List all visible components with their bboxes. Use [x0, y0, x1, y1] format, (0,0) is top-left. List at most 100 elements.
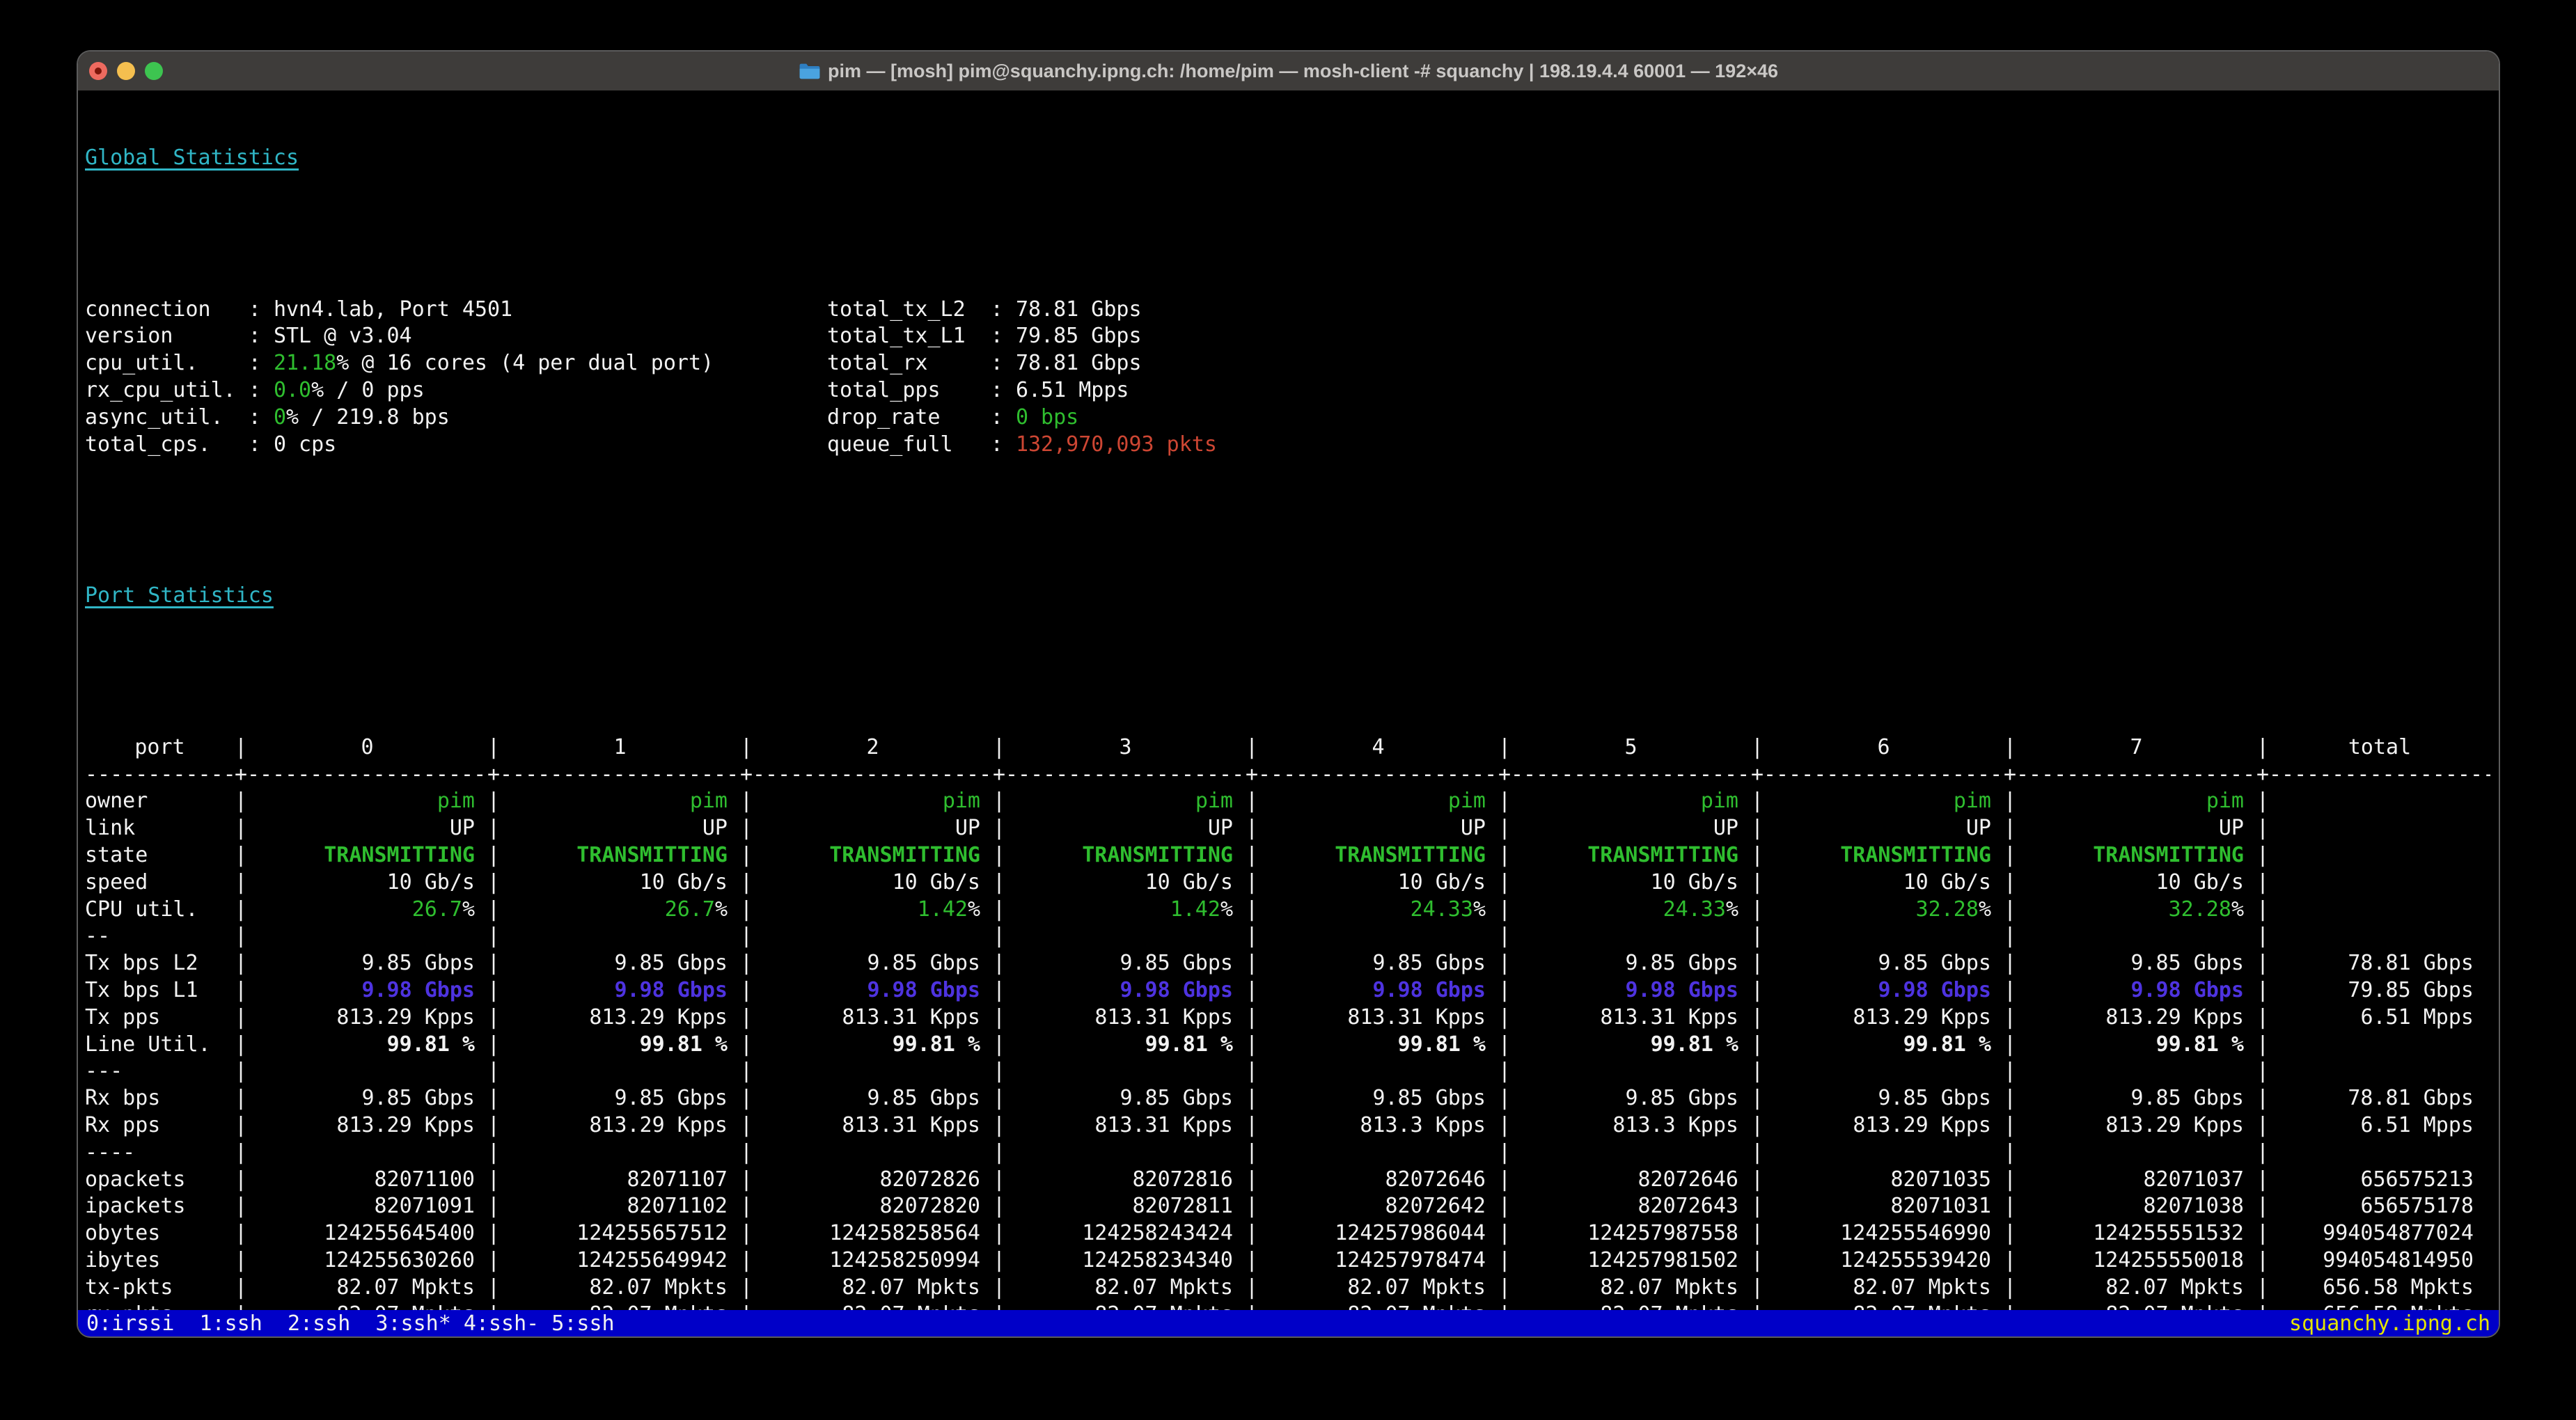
column-separator: |: [1751, 1193, 1764, 1220]
stat-cell: TRANSMITTING: [1258, 842, 1498, 869]
column-separator: |: [487, 1193, 500, 1220]
divider-segment: ---------------------: [1005, 762, 1246, 789]
column-separator: |: [1751, 977, 1764, 1004]
stat-cell-value: 82.07 Mpkts: [842, 1275, 980, 1300]
stat-cell: 1.42%: [1005, 897, 1246, 924]
column-separator: |: [2004, 815, 2016, 842]
stat-cell-value: 9.85 Gbps: [2130, 1086, 2244, 1110]
stat-cell-value: 124257987558: [1587, 1221, 1738, 1245]
divider-cross: +: [993, 762, 1005, 789]
stat-cell-value: pim: [943, 789, 980, 813]
column-separator: |: [1246, 842, 1258, 869]
column-separator: |: [993, 842, 1005, 869]
column-separator: |: [993, 788, 1005, 815]
column-separator: |: [1246, 1112, 1258, 1139]
stat-cell-value: 24.33: [1663, 897, 1726, 922]
column-separator: |: [487, 734, 500, 762]
stat-cell-value: 99.81 %: [1903, 1032, 1991, 1057]
column-separator: |: [487, 1220, 500, 1247]
stat-cell: 99.81 %: [1511, 1032, 1751, 1059]
stat-cell: 99.81 %: [1005, 1032, 1246, 1059]
stat-cell-value: 813.3 Kpps: [1360, 1113, 1486, 1137]
stat-cell-value: 82072646: [1385, 1167, 1486, 1192]
stat-cell-value: 124255551532: [2093, 1221, 2244, 1245]
row-label: tx-pkts: [85, 1275, 235, 1302]
stat-cell: 813.31 Kpps: [753, 1112, 993, 1139]
column-separator: |: [1498, 1085, 1511, 1112]
stat-cell-value: 813.29 Kpps: [336, 1005, 475, 1030]
stat-cell: 813.3 Kpps: [1258, 1112, 1498, 1139]
column-header: 1: [500, 734, 740, 762]
stat-cell-value: 9.85 Gbps: [867, 1086, 980, 1110]
minimize-button[interactable]: [117, 62, 135, 80]
row-label: Tx bps L2: [85, 950, 235, 977]
stat-cell-value: 10 Gb/s: [2156, 870, 2244, 894]
stat-cell-value: 124258234340: [1082, 1248, 1233, 1272]
stat-cell: 9.98 Gbps: [247, 977, 487, 1004]
column-separator: |: [2256, 815, 2269, 842]
column-separator: |: [487, 950, 500, 977]
column-separator: |: [487, 815, 500, 842]
stat-cell-value: UP: [2219, 816, 2244, 840]
stat-cell-value: 82072643: [1638, 1194, 1739, 1218]
stat-cell-value: pim: [1448, 789, 1486, 813]
column-separator: |: [1246, 1220, 1258, 1247]
stat-cell: [753, 1058, 993, 1085]
stat-cell-value: 9.85 Gbps: [2130, 951, 2244, 975]
fullscreen-button[interactable]: [145, 62, 163, 80]
column-separator: |: [740, 869, 753, 897]
column-header: 2: [753, 734, 993, 762]
stat-cell: pim: [500, 788, 740, 815]
column-separator: |: [1246, 1193, 1258, 1220]
stat-cell-value: 82071035: [1891, 1167, 1992, 1192]
column-separator: |: [2256, 1193, 2269, 1220]
close-button[interactable]: [89, 62, 107, 80]
stat-cell-value: 994054877024: [2323, 1221, 2474, 1245]
column-separator: |: [740, 897, 753, 924]
column-separator: |: [235, 734, 247, 762]
divider-cross: +: [235, 762, 247, 789]
column-separator: |: [2256, 1004, 2269, 1032]
column-separator: |: [487, 1058, 500, 1085]
stat-cell-value: 82.07 Mpkts: [1853, 1275, 1991, 1300]
stat-cell: 82072826: [753, 1167, 993, 1194]
stat-cell-value: 32.28: [2169, 897, 2231, 922]
column-separator: |: [2004, 897, 2016, 924]
column-separator: |: [1751, 734, 1764, 762]
column-header: 7: [2016, 734, 2256, 762]
stat-cell-value: 813.31 Kpps: [1600, 1005, 1738, 1030]
stat-cell-value: 124257986044: [1335, 1221, 1486, 1245]
global-stat-left: version : STL @ v3.04: [85, 323, 827, 350]
stat-cell-value: 9.85 Gbps: [1625, 951, 1738, 975]
stat-cell-value: UP: [1713, 816, 1738, 840]
column-separator: |: [1751, 950, 1764, 977]
stat-cell: 82.07 Mpkts: [1258, 1275, 1498, 1302]
column-separator: |: [235, 897, 247, 924]
stat-cell: 9.85 Gbps: [500, 950, 740, 977]
stat-cell: 82072820: [753, 1193, 993, 1220]
stat-cell: 124258243424: [1005, 1220, 1246, 1247]
stat-cell-value: 78.81 Gbps: [2348, 1086, 2474, 1110]
stat-cell: 813.31 Kpps: [1005, 1112, 1246, 1139]
column-separator: |: [740, 1193, 753, 1220]
column-separator: |: [740, 1058, 753, 1085]
stat-cell-value: UP: [1208, 816, 1233, 840]
stat-cell-value: 99.81 %: [1145, 1032, 1233, 1057]
column-separator: |: [487, 1085, 500, 1112]
table-header-row: port|0|1|2|3|4|5|6|7|total: [85, 734, 2499, 762]
stat-value: % / 0 pps: [311, 378, 425, 402]
stat-cell: [500, 1058, 740, 1085]
terminal-screen[interactable]: Global Statistics connection : hvn4.lab,…: [78, 90, 2499, 1310]
port-stats-row-ibytes: ibytes|124255630260|124255649942|1242582…: [85, 1247, 2499, 1275]
column-separator: |: [487, 897, 500, 924]
stat-total-cell: 78.81 Gbps: [2269, 950, 2490, 977]
column-separator: |: [740, 734, 753, 762]
column-separator: |: [235, 923, 247, 950]
stat-cell: 10 Gb/s: [1511, 869, 1751, 897]
stat-cell-value: 99.81 %: [1651, 1032, 1738, 1057]
stat-cell-value: TRANSMITTING: [324, 843, 475, 867]
stat-cell: 82.07 Mpkts: [2016, 1275, 2256, 1302]
stat-cell: 813.29 Kpps: [2016, 1004, 2256, 1032]
row-label: ibytes: [85, 1247, 235, 1275]
stat-total-cell: 656575178: [2269, 1193, 2490, 1220]
